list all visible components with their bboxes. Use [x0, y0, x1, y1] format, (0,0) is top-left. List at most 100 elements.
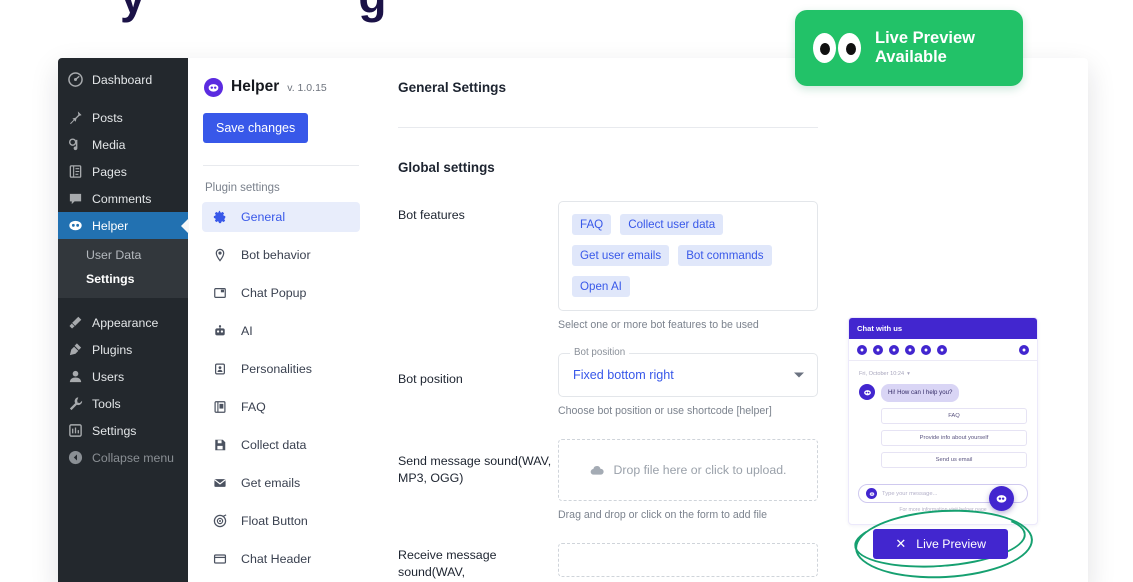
- nav-item-label: General: [241, 210, 285, 224]
- sidebar-item-label: Helper: [92, 219, 128, 233]
- submenu-item-settings[interactable]: Settings: [58, 267, 188, 291]
- chat-social-row: [849, 339, 1037, 360]
- floating-chat-bubble-button[interactable]: [989, 486, 1014, 511]
- sidebar-item-appearance[interactable]: Appearance: [58, 309, 188, 336]
- sidebar-item-comments[interactable]: Comments: [58, 185, 188, 212]
- badge-text: Live Preview Available: [875, 29, 975, 67]
- nav-item-label: FAQ: [241, 400, 266, 414]
- chevron-down-icon: [794, 373, 804, 378]
- social-icon-whatsapp[interactable]: [905, 345, 915, 355]
- field-hint: Select one or more bot features to be us…: [558, 319, 818, 331]
- sidebar-item-helper[interactable]: Helper: [58, 212, 188, 239]
- bot-avatar-icon: [859, 384, 875, 400]
- social-icon-messenger[interactable]: [889, 345, 899, 355]
- sidebar-item-label: Users: [92, 370, 124, 384]
- quick-reply-faq[interactable]: FAQ: [881, 408, 1027, 424]
- wp-admin-sidebar: Dashboard Posts Media Pages: [58, 58, 188, 582]
- bot-icon: [67, 218, 83, 234]
- eyes-icon: [813, 33, 861, 63]
- receive-sound-dropzone[interactable]: [558, 543, 818, 577]
- sidebar-item-media[interactable]: Media: [58, 131, 188, 158]
- social-icon-facebook[interactable]: [921, 345, 931, 355]
- field-send-message-sound: Send message sound(WAV, MP3, OGG) Drop f…: [398, 439, 818, 521]
- bot-position-select[interactable]: Bot position Fixed bottom right: [558, 353, 818, 397]
- sliders-icon: [67, 423, 83, 439]
- dropzone-text: Drop file here or click to upload.: [614, 463, 787, 477]
- nav-item-chat-popup[interactable]: Chat Popup: [202, 278, 360, 308]
- social-icon-twitter[interactable]: [857, 345, 867, 355]
- robot-icon: [212, 323, 228, 339]
- nav-item-get-emails[interactable]: Get emails: [202, 468, 360, 498]
- id-card-icon: [212, 361, 228, 377]
- pin-icon: [67, 110, 83, 126]
- nav-item-faq[interactable]: FAQ: [202, 392, 360, 422]
- nav-item-label: Chat Header: [241, 552, 311, 566]
- live-preview-available-badge: Live Preview Available: [795, 10, 1023, 86]
- chip-get-user-emails[interactable]: Get user emails: [572, 245, 669, 266]
- social-icon-settings[interactable]: [1019, 345, 1029, 355]
- nav-item-bot-behavior[interactable]: Bot behavior: [202, 240, 360, 270]
- chevron-down-small-icon: ▾: [907, 371, 910, 377]
- submenu-item-user-data[interactable]: User Data: [58, 243, 188, 267]
- chip-bot-commands[interactable]: Bot commands: [678, 245, 771, 266]
- chat-header-title: Chat with us: [849, 318, 1037, 339]
- sidebar-item-dashboard[interactable]: Dashboard: [58, 66, 188, 93]
- quick-reply-send-email[interactable]: Send us email: [881, 452, 1027, 468]
- sidebar-item-users[interactable]: Users: [58, 363, 188, 390]
- nav-item-label: Chat Popup: [241, 286, 306, 300]
- nav-item-label: Collect data: [241, 438, 306, 452]
- sidebar-item-plugins[interactable]: Plugins: [58, 336, 188, 363]
- field-receive-message-sound: Receive message sound(WAV,: [398, 543, 818, 581]
- sidebar-item-label: Comments: [92, 192, 151, 206]
- nav-item-label: AI: [241, 324, 253, 338]
- quick-reply-provide-info[interactable]: Provide info about yourself: [881, 430, 1027, 446]
- screenshot-stage: y g Dashboard Posts Media: [0, 0, 1133, 582]
- cutoff-heading: y g: [120, 0, 486, 24]
- plugin-settings-group-label: Plugin settings: [205, 182, 360, 194]
- select-value: Fixed bottom right: [573, 368, 674, 382]
- sidebar-item-collapse-menu[interactable]: Collapse menu: [58, 444, 188, 471]
- sidebar-item-pages[interactable]: Pages: [58, 158, 188, 185]
- chip-collect-user-data[interactable]: Collect user data: [620, 214, 723, 235]
- social-icon-telegram[interactable]: [873, 345, 883, 355]
- save-changes-button[interactable]: Save changes: [203, 113, 308, 143]
- social-icon-viber[interactable]: [937, 345, 947, 355]
- nav-item-float-button[interactable]: Float Button: [202, 506, 360, 536]
- sidebar-item-label: Tools: [92, 397, 121, 411]
- bot-features-chip-box[interactable]: FAQ Collect user data Get user emails Bo…: [558, 201, 818, 311]
- section-title: Global settings: [398, 160, 1062, 175]
- dashboard-icon: [67, 72, 83, 88]
- nav-item-personalities[interactable]: Personalities: [202, 354, 360, 384]
- sidebar-item-label: Pages: [92, 165, 127, 179]
- helper-logo-icon: [204, 78, 223, 97]
- sidebar-item-settings[interactable]: Settings: [58, 417, 188, 444]
- gear-icon: [212, 209, 228, 225]
- sidebar-item-label: Plugins: [92, 343, 132, 357]
- nav-item-ai[interactable]: AI: [202, 316, 360, 346]
- chip-faq[interactable]: FAQ: [572, 214, 611, 235]
- chip-open-ai[interactable]: Open AI: [572, 276, 630, 297]
- field-label: Receive message sound(WAV,: [398, 543, 558, 581]
- nav-item-chat-header[interactable]: Chat Header: [202, 544, 360, 574]
- nav-item-label: Bot behavior: [241, 248, 311, 262]
- pages-icon: [67, 164, 83, 180]
- nav-item-general[interactable]: General: [202, 202, 360, 232]
- nav-item-collect-data[interactable]: Collect data: [202, 430, 360, 460]
- sidebar-item-posts[interactable]: Posts: [58, 104, 188, 131]
- sidebar-item-label: Posts: [92, 111, 123, 125]
- sidebar-item-label: Settings: [92, 424, 136, 438]
- chat-timestamp-text: Fri, October 10:24: [859, 371, 904, 377]
- bot-message-row: Hi! How can I help you?: [859, 384, 1027, 402]
- field-hint: Choose bot position or use shortcode [he…: [558, 405, 818, 417]
- sidebar-item-tools[interactable]: Tools: [58, 390, 188, 417]
- chat-input-placeholder: Type your message...: [882, 491, 937, 497]
- settings-content: Bot features FAQ Collect user data Get u…: [398, 175, 1062, 581]
- plug-icon: [67, 342, 83, 358]
- field-bot-features: Bot features FAQ Collect user data Get u…: [398, 201, 818, 331]
- live-preview-button[interactable]: ✕ Live Preview: [873, 529, 1008, 559]
- send-sound-dropzone[interactable]: Drop file here or click to upload.: [558, 439, 818, 501]
- chip-row-1: FAQ Collect user data: [572, 214, 804, 235]
- window-header-icon: [212, 551, 228, 567]
- sidebar-item-label: Dashboard: [92, 73, 152, 87]
- live-preview-button-label: Live Preview: [916, 537, 986, 551]
